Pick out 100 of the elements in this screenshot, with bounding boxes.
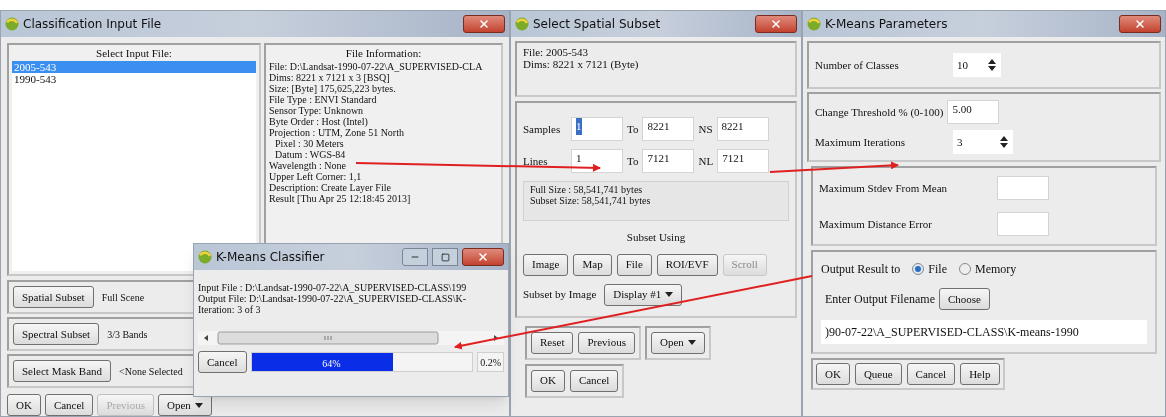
- spinner-arrows-icon[interactable]: [999, 135, 1009, 149]
- close-button[interactable]: [1119, 15, 1161, 33]
- radio-icon[interactable]: [959, 263, 971, 275]
- close-button[interactable]: [462, 248, 504, 266]
- filename-field[interactable]: )90-07-22\A_SUPERVISED-CLASS\K-means-1990: [821, 320, 1147, 344]
- caret-icon: [194, 402, 203, 408]
- file-list-item[interactable]: 1990-543: [12, 73, 256, 85]
- info-text: File: 2005-543: [523, 46, 590, 58]
- info-text: File Type : ENVI Standard: [269, 94, 377, 105]
- display-dropdown[interactable]: Display #1: [604, 283, 683, 306]
- dialog-button[interactable]: Queue: [854, 363, 902, 385]
- window-title: K-Means Classifier: [216, 249, 326, 266]
- info-text: Result [Thu Apr 25 12:18:45 2013]: [269, 193, 411, 204]
- input-field[interactable]: 8221: [642, 117, 695, 141]
- spinner-arrows-icon[interactable]: [987, 58, 997, 72]
- option-button[interactable]: Select Mask Band: [13, 360, 112, 382]
- info-text: Subset Size: 58,541,741 bytes: [530, 195, 652, 206]
- open-button[interactable]: Open: [157, 394, 212, 416]
- horizontal-scrollbar[interactable]: [198, 331, 504, 345]
- app-icon: [198, 250, 212, 264]
- range-label: NS: [698, 121, 713, 137]
- maximize-button[interactable]: [432, 248, 458, 266]
- close-button[interactable]: [463, 14, 505, 33]
- info-text: Projection : UTM, Zone 51 North: [269, 127, 404, 138]
- option-button[interactable]: Spatial Subset: [13, 286, 94, 308]
- info-text: File: D:\Landsat-1990-07-22\A_SUPERVISED-CLA: [269, 61, 483, 72]
- option-value: <None Selected: [119, 364, 183, 379]
- close-icon: [1134, 18, 1146, 30]
- info-text: Pixel : 30 Meters: [275, 138, 344, 149]
- status-text: Input File : D:\Landsat-1990-07-22\A_SUPERVISED-CLASS\199: [198, 282, 468, 293]
- info-text: Dims: 8221 x 7121 (Byte): [523, 58, 640, 70]
- window-title: Select Spatial Subset: [533, 16, 662, 33]
- input-field[interactable]: 1: [571, 149, 623, 173]
- subset-method-button[interactable]: ROI/EVF: [656, 253, 718, 276]
- progress-label: 64%: [322, 357, 341, 371]
- number-spinner[interactable]: 10: [953, 53, 1001, 77]
- parameter-label: Maximum Distance Error: [819, 216, 934, 232]
- input-field[interactable]: 7121: [642, 149, 695, 173]
- radio-option[interactable]: File: [912, 260, 947, 278]
- cancel-button[interactable]: Cancel: [569, 369, 619, 392]
- action-button[interactable]: Previous: [578, 331, 635, 354]
- close-icon: [478, 17, 490, 30]
- radio-option[interactable]: Memory: [959, 260, 1017, 278]
- info-text: Description: Create Layer File: [269, 182, 391, 193]
- info-text: Datum : WGS-84: [275, 149, 346, 160]
- parameter-label: Number of Classes: [815, 57, 900, 73]
- cancel-button[interactable]: Cancel: [44, 394, 94, 416]
- ok-button[interactable]: OK: [7, 394, 41, 416]
- input-field[interactable]: [997, 176, 1049, 200]
- status-text: Output File: D:\Landsat-1990-07-22\A_SUPERVISED-CLASS\K-: [198, 293, 468, 304]
- section-label: Subset Using: [625, 230, 687, 245]
- dialog-button[interactable]: Cancel: [906, 363, 956, 385]
- minimize-button[interactable]: [402, 248, 428, 266]
- subset-by-image-label: Subset by Image: [523, 287, 597, 303]
- panel-label: File Information:: [344, 45, 423, 61]
- info-text: Upper Left Corner: 1,1: [269, 171, 362, 182]
- info-text: Size: [Byte] 175,625,223 bytes.: [269, 83, 396, 94]
- parameter-label: Maximum Iterations: [815, 134, 907, 150]
- open-button[interactable]: Open: [650, 331, 705, 354]
- status-text: Iteration: 3 of 3: [198, 304, 262, 315]
- input-field[interactable]: 1: [571, 117, 623, 141]
- panel-label: Select Input File:: [95, 45, 173, 61]
- close-icon: [770, 18, 782, 30]
- info-text: Wavelength : None: [269, 160, 346, 171]
- subset-method-button[interactable]: Image: [523, 253, 569, 276]
- close-icon: [477, 251, 489, 263]
- range-label: To: [627, 121, 639, 137]
- caret-icon: [665, 292, 674, 297]
- info-text: Sensor Type: Unknown: [269, 105, 364, 116]
- cancel-button[interactable]: Cancel: [198, 351, 247, 373]
- input-field[interactable]: 5.00: [947, 100, 1000, 124]
- parameter-label: Change Threshold % (0-100): [815, 104, 944, 120]
- info-text: Full Size : 58,541,741 bytes: [530, 184, 644, 195]
- action-button[interactable]: Reset: [531, 331, 574, 354]
- number-spinner[interactable]: 3: [953, 130, 1013, 154]
- radio-icon[interactable]: [912, 263, 925, 275]
- rate-text: 0.2%: [477, 352, 504, 372]
- input-field[interactable]: [997, 212, 1049, 236]
- window-title: Classification Input File: [23, 15, 163, 33]
- range-label: Samples: [523, 121, 562, 137]
- choose-button[interactable]: Choose: [939, 288, 990, 310]
- option-button[interactable]: Spectral Subset: [13, 323, 100, 345]
- output-label: Enter Output Filename: [825, 291, 935, 308]
- range-label: To: [627, 153, 639, 169]
- input-field[interactable]: 8221: [716, 117, 769, 141]
- app-icon: [5, 16, 19, 31]
- subset-method-button[interactable]: File: [616, 253, 652, 276]
- window-title: K-Means Parameters: [825, 16, 949, 33]
- app-icon: [807, 17, 821, 31]
- range-label: NL: [698, 153, 714, 169]
- close-button[interactable]: [755, 15, 797, 33]
- ok-button[interactable]: OK: [531, 369, 565, 392]
- subset-method-button[interactable]: Map: [573, 253, 612, 276]
- info-text: Byte Order : Host (Intel): [269, 116, 368, 127]
- parameter-label: Maximum Stdev From Mean: [819, 180, 949, 196]
- dialog-button[interactable]: OK: [816, 363, 850, 385]
- dialog-button[interactable]: Help: [960, 363, 1000, 385]
- info-text: Dims: 8221 x 7121 x 3 [BSQ]: [269, 72, 390, 83]
- input-field[interactable]: 7121: [717, 149, 770, 173]
- option-value: Full Scene: [101, 290, 145, 305]
